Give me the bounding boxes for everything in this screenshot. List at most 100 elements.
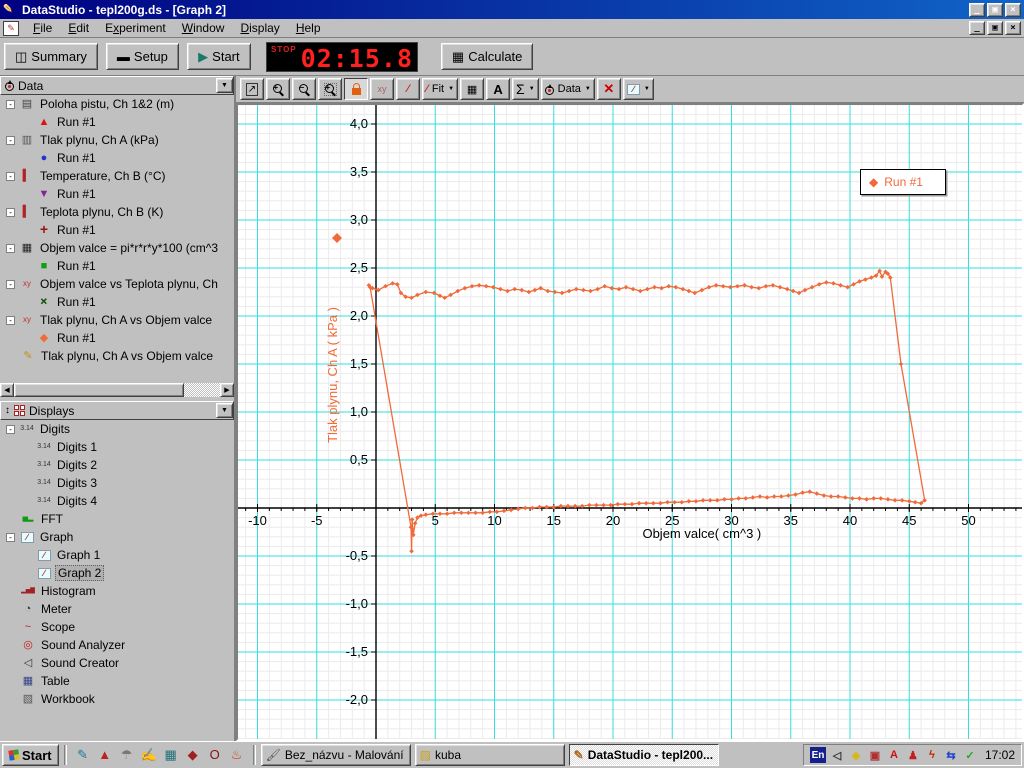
data-tree-item[interactable]: - ▍ Teplota plynu, Ch B (K) — [0, 203, 234, 221]
restore-button[interactable]: ▣ — [987, 2, 1003, 17]
data-panel-header[interactable]: Data ▼ — [0, 76, 234, 95]
document-icon[interactable]: ✎ — [3, 20, 19, 36]
expand-collapse-box[interactable]: - — [6, 315, 15, 325]
scroll-right-arrow[interactable]: ▶ — [220, 383, 234, 397]
displays-tree-item[interactable]: ▂▅▇ Histogram — [0, 582, 234, 600]
displays-panel-header[interactable]: ↕ Displays ▼ — [0, 401, 234, 420]
fit-menu-button[interactable]: ∕ Fit ▼ — [422, 78, 459, 100]
calculator-icon[interactable]: ▦ — [160, 744, 182, 766]
data-tree-item[interactable]: - xy Objem valce vs Teplota plynu, Ch — [0, 275, 234, 293]
data-tree-hscrollbar[interactable]: ◀ ▶ — [0, 383, 234, 397]
diamond-icon[interactable]: ◆ — [848, 747, 864, 763]
scheduler-icon[interactable]: ▣ — [867, 747, 883, 763]
displays-tree-item[interactable]: ∕ Graph 1 — [0, 546, 234, 564]
expand-collapse-box[interactable]: - — [6, 99, 15, 109]
data-tree-item[interactable]: ▲ Run #1 — [0, 113, 234, 131]
expand-collapse-box[interactable]: - — [6, 424, 15, 434]
expand-collapse-box[interactable]: - — [6, 135, 15, 145]
splitter-icon[interactable]: ↕ — [5, 405, 10, 416]
legend[interactable]: ◆ Run #1 — [860, 169, 946, 195]
expand-collapse-box[interactable]: - — [6, 243, 15, 253]
displays-tree-item[interactable]: 3.14 Digits 2 — [0, 456, 234, 474]
data-tree-item[interactable]: - ▦ Objem valce = pi*r*r*y*100 (cm^3 — [0, 239, 234, 257]
displays-tree-item[interactable]: -3.14 Digits — [0, 420, 234, 438]
language-indicator[interactable]: En — [809, 747, 826, 763]
volume-icon[interactable]: ◁ — [829, 747, 845, 763]
minimize-button[interactable]: _ — [969, 2, 985, 17]
displays-tree-item[interactable]: ▧ Workbook — [0, 690, 234, 708]
data-tree-item[interactable]: ◆ Run #1 — [0, 329, 234, 347]
menu-edit[interactable]: Edit — [60, 19, 97, 37]
data-tree-item[interactable]: ▼ Run #1 — [0, 185, 234, 203]
acrobat-icon[interactable]: ▲ — [94, 744, 116, 766]
start-button[interactable]: ▶ Start — [186, 43, 251, 70]
expand-collapse-box[interactable]: - — [6, 207, 15, 217]
slope-tool-button[interactable]: ∕ — [396, 78, 420, 100]
scale-to-fit-button[interactable]: ↗ — [240, 78, 264, 100]
sync-icon[interactable]: ⇆ — [943, 747, 959, 763]
menu-help[interactable]: Help — [288, 19, 329, 37]
displays-tree-item[interactable]: ▦ Table — [0, 672, 234, 690]
displays-tree-item[interactable]: ∕ Graph 2 — [0, 564, 234, 582]
chart-canvas[interactable]: -10 -5 5 10 15 20 25 30 35 40 45 50-2,0-1,5-1,0-0,5… — [238, 104, 1022, 739]
scroll-track[interactable] — [184, 383, 220, 397]
title-bar[interactable]: ✎ DataStudio - tepl200g.ds - [Graph 2] _… — [0, 0, 1024, 19]
calculate-button[interactable]: ▦ Calculate — [440, 43, 534, 70]
summary-button[interactable]: ◫ Summary — [4, 43, 98, 70]
menu-window[interactable]: Window — [174, 19, 233, 37]
opera-icon[interactable]: O — [204, 744, 226, 766]
pen-icon[interactable]: ✓ — [962, 747, 978, 763]
task-button[interactable]: ▨ kuba — [414, 744, 565, 766]
expand-collapse-box[interactable]: - — [6, 171, 15, 181]
zoom-out-button[interactable]: − — [292, 78, 316, 100]
smart-tool-button[interactable] — [344, 78, 368, 100]
data-tree-item[interactable]: ■ Run #1 — [0, 257, 234, 275]
statistics-button[interactable]: Σ ▼ — [512, 78, 539, 100]
bird-icon[interactable]: ☂ — [116, 744, 138, 766]
ati-icon[interactable]: A — [886, 747, 902, 763]
delete-button[interactable]: ✕ — [596, 78, 621, 100]
zoom-in-button[interactable]: + — [266, 78, 290, 100]
scroll-left-arrow[interactable]: ◀ — [0, 383, 14, 397]
close-button[interactable]: × — [1005, 2, 1021, 17]
displays-panel-dropdown[interactable]: ▼ — [216, 403, 233, 418]
compose-icon[interactable]: ✍ — [138, 744, 160, 766]
expand-collapse-box[interactable]: - — [6, 279, 15, 289]
data-tree-item[interactable]: ✎ Tlak plynu, Ch A vs Objem valce — [0, 347, 234, 365]
displays-tree-item[interactable]: ~ Scope — [0, 618, 234, 636]
start-menu-button[interactable]: Start — [2, 744, 59, 766]
task-button[interactable]: ✎ DataStudio - tepl200... — [568, 744, 719, 766]
child-minimize-button[interactable]: _ — [969, 21, 985, 35]
text-tool-button[interactable]: A — [486, 78, 511, 100]
grill-icon[interactable]: ♨ — [226, 744, 248, 766]
menu-display[interactable]: Display — [232, 19, 287, 37]
graph-display[interactable]: -10 -5 5 10 15 20 25 30 35 40 45 50 -2,0 -1,5 -1,0 -0,5… — [236, 103, 1024, 741]
data-tree-item[interactable]: ● Run #1 — [0, 149, 234, 167]
figure-icon[interactable]: ♟ — [905, 747, 921, 763]
graph-settings-button[interactable]: ∕ ▼ — [622, 78, 654, 100]
task-button[interactable]: 🖌 Bez_názvu - Malování — [260, 744, 411, 766]
displays-tree-item[interactable]: ◁ Sound Creator — [0, 654, 234, 672]
menu-file[interactable]: File — [25, 19, 60, 37]
displays-tree-item[interactable]: ◔ Meter — [0, 600, 234, 618]
data-menu-button[interactable]: Data ▼ — [540, 78, 595, 100]
data-tree-item[interactable]: - xy Tlak plynu, Ch A vs Objem valce — [0, 311, 234, 329]
xy-tool-button[interactable]: xy — [370, 78, 394, 100]
setup-button[interactable]: ▬ Setup — [105, 43, 179, 70]
data-tree-item[interactable]: - ▥ Tlak plynu, Ch A (kPa) — [0, 131, 234, 149]
data-tree-item[interactable]: - ▍ Temperature, Ch B (°C) — [0, 167, 234, 185]
data-tree-item[interactable]: + Run #1 — [0, 293, 234, 311]
zoom-select-button[interactable]: + — [318, 78, 342, 100]
calculator-button[interactable]: ▦ — [460, 78, 485, 100]
data-panel-dropdown[interactable]: ▼ — [216, 78, 233, 93]
menu-experiment[interactable]: Experiment — [97, 19, 174, 37]
displays-tree-item[interactable]: ◎ Sound Analyzer — [0, 636, 234, 654]
displays-tree-item[interactable]: ▅▂ FFT — [0, 510, 234, 528]
child-restore-button[interactable]: ▣ — [987, 21, 1003, 35]
dragon-icon[interactable]: ◆ — [182, 744, 204, 766]
displays-tree-item[interactable]: - ∕ Graph — [0, 528, 234, 546]
lightning-icon[interactable]: ϟ — [924, 747, 940, 763]
displays-tree-item[interactable]: 3.14 Digits 3 — [0, 474, 234, 492]
show-desktop-icon[interactable]: ✎ — [72, 744, 94, 766]
displays-tree-item[interactable]: 3.14 Digits 4 — [0, 492, 234, 510]
